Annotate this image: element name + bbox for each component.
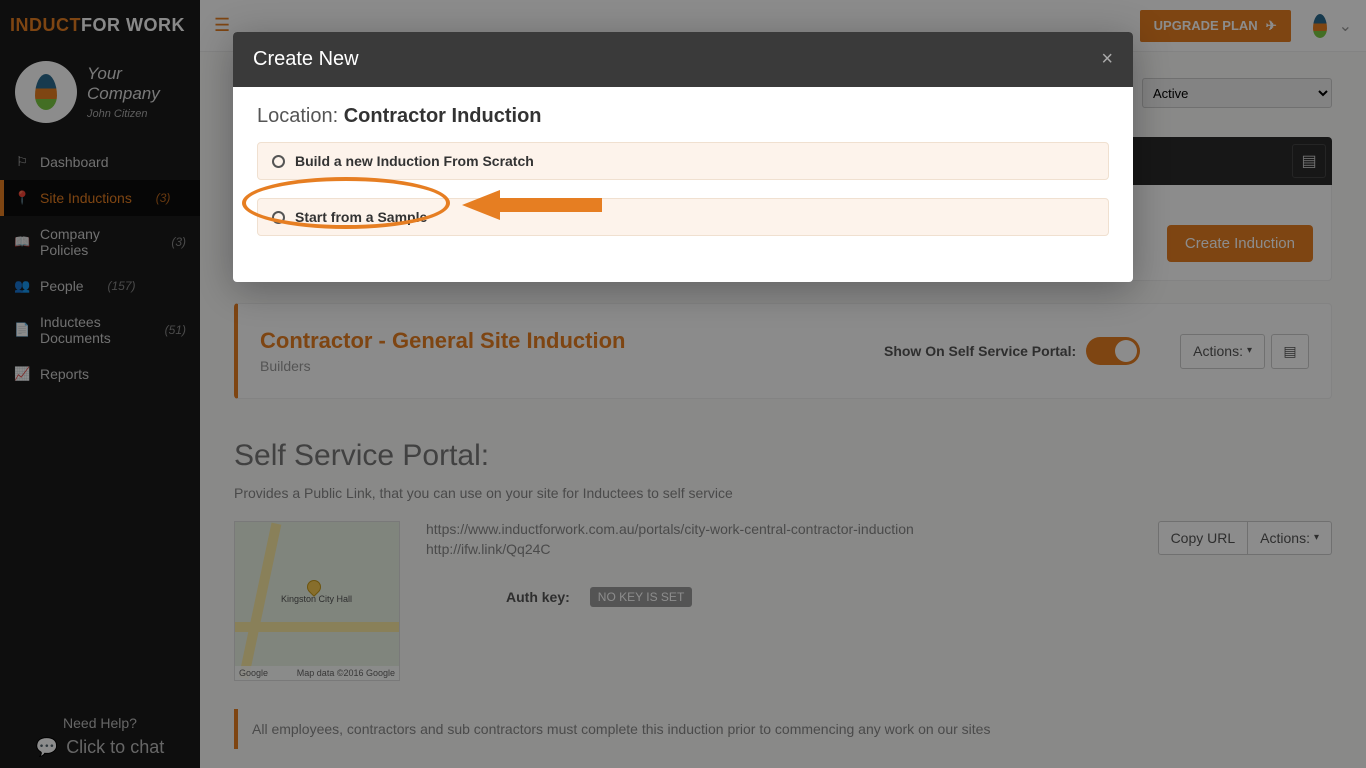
modal-body: Location: Contractor Induction Build a n…: [233, 87, 1133, 282]
close-icon[interactable]: ×: [1101, 48, 1113, 71]
modal-title: Create New: [253, 48, 359, 71]
option-build-from-scratch[interactable]: Build a new Induction From Scratch: [257, 142, 1109, 180]
option-label: Build a new Induction From Scratch: [295, 153, 534, 169]
radio-icon: [272, 211, 285, 224]
create-new-modal: Create New × Location: Contractor Induct…: [233, 32, 1133, 282]
modal-location: Location: Contractor Induction: [257, 105, 1109, 128]
location-prefix: Location:: [257, 105, 344, 127]
modal-header: Create New ×: [233, 32, 1133, 87]
option-start-from-sample[interactable]: Start from a Sample: [257, 198, 1109, 236]
radio-icon: [272, 155, 285, 168]
option-label: Start from a Sample: [295, 209, 427, 225]
location-name: Contractor Induction: [344, 105, 542, 127]
